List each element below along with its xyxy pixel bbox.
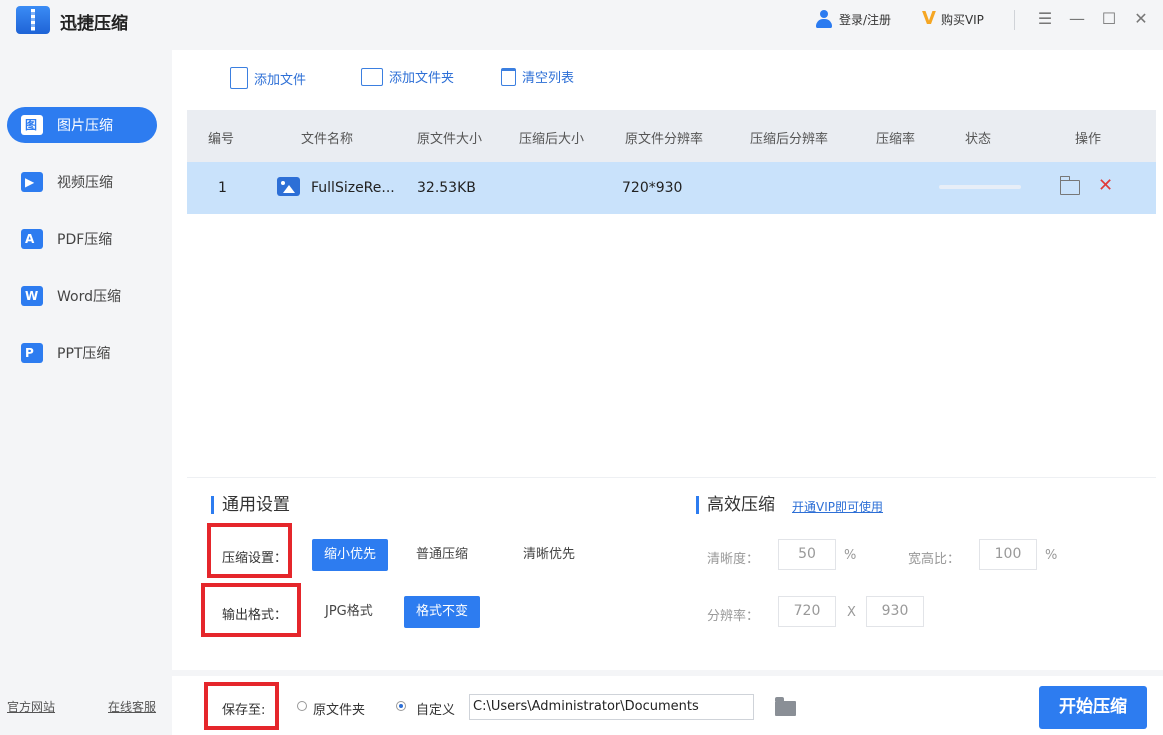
row-original-size: 32.53KB xyxy=(417,180,476,196)
resolution-separator: X xyxy=(847,605,856,620)
radio-custom-folder[interactable] xyxy=(396,701,406,711)
ppt-icon: P xyxy=(21,343,43,363)
option-keep-format[interactable]: 格式不变 xyxy=(404,596,481,628)
menu-icon[interactable]: ☰ xyxy=(1034,8,1056,30)
vip-label: 购买VIP xyxy=(940,12,984,27)
aspect-ratio-input[interactable]: 100 xyxy=(979,539,1037,570)
app-logo-icon xyxy=(16,6,50,34)
status-progress-bar xyxy=(939,185,1021,189)
online-support-link[interactable]: 在线客服 xyxy=(108,698,156,715)
row-original-res: 720*930 xyxy=(622,180,683,196)
app-title: 迅捷压缩 xyxy=(60,14,128,34)
pdf-icon: A xyxy=(21,229,43,249)
settings-area: 通用设置 高效压缩 开通VIP即可使用 压缩设置： 缩小优先 普通压缩 清晰优先… xyxy=(187,477,1156,670)
user-icon xyxy=(815,10,833,28)
login-button[interactable]: 登录/注册 xyxy=(815,10,891,28)
add-file-icon xyxy=(230,67,248,89)
title-bar: 迅捷压缩 登录/注册 V 购买VIP ☰ — ☐ ✕ xyxy=(0,0,1163,42)
option-jpg-format[interactable]: JPG格式 xyxy=(313,596,385,628)
sidebar-item-label: PPT压缩 xyxy=(57,346,111,362)
minimize-icon[interactable]: — xyxy=(1066,8,1088,30)
clarity-label: 清晰度： xyxy=(707,552,760,567)
col-compressed-res: 压缩后分辨率 xyxy=(750,132,829,147)
aspect-ratio-label: 宽高比： xyxy=(908,552,961,567)
official-website-link[interactable]: 官方网站 xyxy=(7,698,55,715)
sidebar-item-label: PDF压缩 xyxy=(57,232,113,248)
sidebar-item-word-compress[interactable]: W Word压缩 xyxy=(7,278,157,314)
save-path-input[interactable]: C:\Users\Administrator\Documents xyxy=(469,694,754,720)
image-icon: 图 xyxy=(21,115,43,135)
bottom-bar: 保存至: 原文件夹 自定义 C:\Users\Administrator\Doc… xyxy=(172,676,1163,735)
col-ratio: 压缩率 xyxy=(876,132,916,147)
open-vip-link[interactable]: 开通VIP即可使用 xyxy=(792,498,883,515)
open-folder-icon[interactable] xyxy=(1059,176,1080,195)
compress-setting-label: 压缩设置： xyxy=(222,551,288,566)
sidebar-item-label: 图片压缩 xyxy=(57,118,113,134)
add-file-label: 添加文件 xyxy=(254,72,307,88)
add-folder-label: 添加文件夹 xyxy=(389,71,455,86)
trash-icon xyxy=(501,67,516,86)
clarity-unit: % xyxy=(844,548,857,563)
table-row[interactable]: 1 FullSizeRe... 32.53KB 720*930 ✕ xyxy=(187,162,1156,214)
sidebar-item-label: 视频压缩 xyxy=(57,175,113,191)
resolution-label: 分辨率： xyxy=(707,609,760,624)
efficient-compress-title: 高效压缩 xyxy=(696,496,775,514)
add-folder-button[interactable]: 添加文件夹 xyxy=(361,67,454,86)
row-index: 1 xyxy=(218,180,227,196)
aspect-ratio-unit: % xyxy=(1045,548,1058,563)
clarity-input[interactable]: 50 xyxy=(778,539,836,570)
col-filename: 文件名称 xyxy=(301,132,354,147)
clear-list-button[interactable]: 清空列表 xyxy=(501,67,574,86)
buy-vip-button[interactable]: V 购买VIP xyxy=(922,10,984,28)
maximize-icon[interactable]: ☐ xyxy=(1098,8,1120,30)
image-file-icon xyxy=(277,177,300,196)
start-compress-button[interactable]: 开始压缩 xyxy=(1039,686,1147,729)
general-settings-title: 通用设置 xyxy=(211,496,290,514)
vip-icon: V xyxy=(922,8,936,29)
col-status: 状态 xyxy=(965,132,992,147)
custom-folder-label: 自定义 xyxy=(416,703,456,718)
original-folder-label: 原文件夹 xyxy=(313,703,366,718)
login-label: 登录/注册 xyxy=(839,12,892,27)
col-actions: 操作 xyxy=(1075,132,1102,147)
output-format-label: 输出格式： xyxy=(222,608,288,623)
add-file-button[interactable]: 添加文件 xyxy=(230,67,306,89)
col-original-size: 原文件大小 xyxy=(417,132,483,147)
sidebar-item-image-compress[interactable]: 图 图片压缩 xyxy=(7,107,157,143)
option-shrink-first[interactable]: 缩小优先 xyxy=(312,539,389,571)
row-filename: FullSizeRe... xyxy=(311,180,395,196)
add-folder-icon xyxy=(361,67,383,86)
close-icon[interactable]: ✕ xyxy=(1130,8,1152,30)
sidebar-item-label: Word压缩 xyxy=(57,289,121,305)
sidebar-item-video-compress[interactable]: ▶ 视频压缩 xyxy=(7,164,157,200)
word-icon: W xyxy=(21,286,43,306)
radio-original-folder[interactable] xyxy=(297,701,307,711)
col-original-res: 原文件分辨率 xyxy=(625,132,704,147)
sidebar: 图 图片压缩 ▶ 视频压缩 A PDF压缩 W Word压缩 P PPT压缩 xyxy=(0,42,172,735)
sidebar-item-ppt-compress[interactable]: P PPT压缩 xyxy=(7,335,157,371)
option-clarity-first[interactable]: 清晰优先 xyxy=(511,539,587,571)
main-panel: 添加文件 添加文件夹 清空列表 编号 文件名称 原文件大小 压缩后大小 原文件分… xyxy=(172,50,1163,670)
save-to-label: 保存至: xyxy=(222,703,266,718)
clear-list-label: 清空列表 xyxy=(522,71,575,86)
browse-folder-icon[interactable] xyxy=(775,697,796,716)
titlebar-divider xyxy=(1014,10,1015,30)
resolution-width-input[interactable]: 720 xyxy=(778,596,836,627)
resolution-height-input[interactable]: 930 xyxy=(866,596,924,627)
sidebar-item-pdf-compress[interactable]: A PDF压缩 xyxy=(7,221,157,257)
col-index: 编号 xyxy=(208,132,235,147)
table-header: 编号 文件名称 原文件大小 压缩后大小 原文件分辨率 压缩后分辨率 压缩率 状态… xyxy=(187,110,1156,162)
delete-icon[interactable]: ✕ xyxy=(1098,175,1113,196)
option-normal-compress[interactable]: 普通压缩 xyxy=(404,539,480,571)
video-icon: ▶ xyxy=(21,172,43,192)
col-compressed-size: 压缩后大小 xyxy=(519,132,585,147)
